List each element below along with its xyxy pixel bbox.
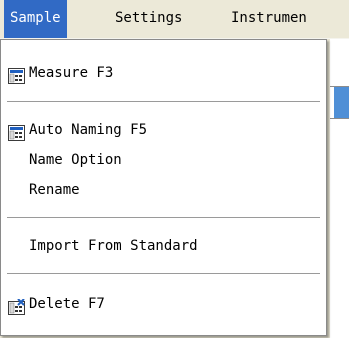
menu-instrument[interactable]: Instrumen xyxy=(225,0,313,38)
menu-separator xyxy=(7,273,320,275)
background-divider xyxy=(330,86,349,87)
measure-icon xyxy=(8,65,25,84)
background-window xyxy=(330,39,349,338)
menu-separator xyxy=(7,101,320,103)
background-divider xyxy=(330,118,349,119)
menu-item-label: Import From Standard xyxy=(29,238,198,254)
menu-item-label: Measure F3 xyxy=(29,65,114,81)
menu-item-label: Delete F7 xyxy=(29,296,105,312)
background-accent xyxy=(334,86,349,118)
menu-item-measure[interactable]: Measure F3 xyxy=(1,58,326,88)
menu-item-label: Rename xyxy=(29,182,80,198)
menu-item-label: Auto Naming F5 xyxy=(29,122,148,138)
menu-item-auto-naming[interactable]: Auto Naming F5 xyxy=(1,115,326,145)
menu-settings[interactable]: Settings xyxy=(109,0,188,38)
menu-bar: Sample Settings Instrumen xyxy=(0,0,349,39)
menu-item-import-from-standard[interactable]: Import From Standard xyxy=(1,231,326,261)
menu-item-rename[interactable]: Rename xyxy=(1,175,326,205)
delete-icon xyxy=(8,296,25,315)
menu-item-name-option[interactable]: Name Option xyxy=(1,145,326,175)
menu-item-label: Name Option xyxy=(29,152,122,168)
menu-separator xyxy=(7,217,320,219)
menu-item-delete[interactable]: Delete F7 xyxy=(1,289,326,319)
auto-naming-icon xyxy=(8,122,25,141)
menu-sample[interactable]: Sample xyxy=(4,0,67,38)
sample-dropdown-menu: Measure F3 Auto Naming F5 Name Option Re… xyxy=(0,39,327,336)
